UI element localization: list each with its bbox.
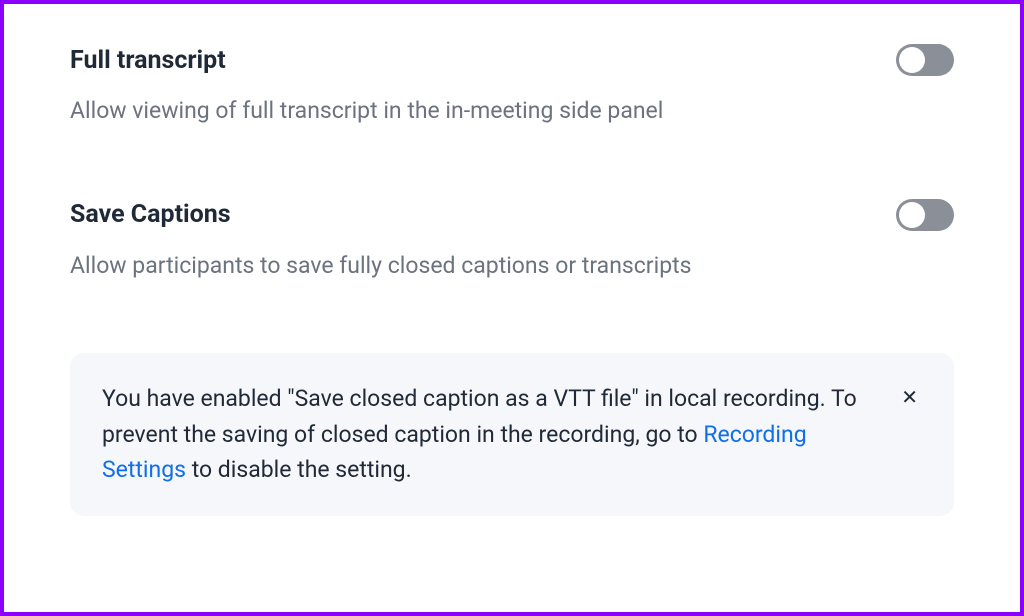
info-text: You have enabled "Save closed caption as… xyxy=(102,381,877,488)
setting-full-transcript: Full transcript Allow viewing of full tr… xyxy=(70,44,954,129)
setting-save-captions: Save Captions Allow participants to save… xyxy=(70,199,954,284)
setting-description: Allow participants to save fully closed … xyxy=(70,249,954,284)
info-notice: You have enabled "Save closed caption as… xyxy=(70,353,954,516)
info-text-after: to disable the setting. xyxy=(186,456,412,483)
setting-description: Allow viewing of full transcript in the … xyxy=(70,94,954,129)
setting-title: Save Captions xyxy=(70,200,231,229)
setting-header: Full transcript xyxy=(70,44,954,76)
toggle-full-transcript[interactable] xyxy=(896,44,954,76)
toggle-knob xyxy=(899,202,925,228)
toggle-save-captions[interactable] xyxy=(896,199,954,231)
setting-title: Full transcript xyxy=(70,46,226,75)
close-icon[interactable]: ✕ xyxy=(897,383,922,411)
setting-header: Save Captions xyxy=(70,199,954,231)
toggle-knob xyxy=(899,47,925,73)
